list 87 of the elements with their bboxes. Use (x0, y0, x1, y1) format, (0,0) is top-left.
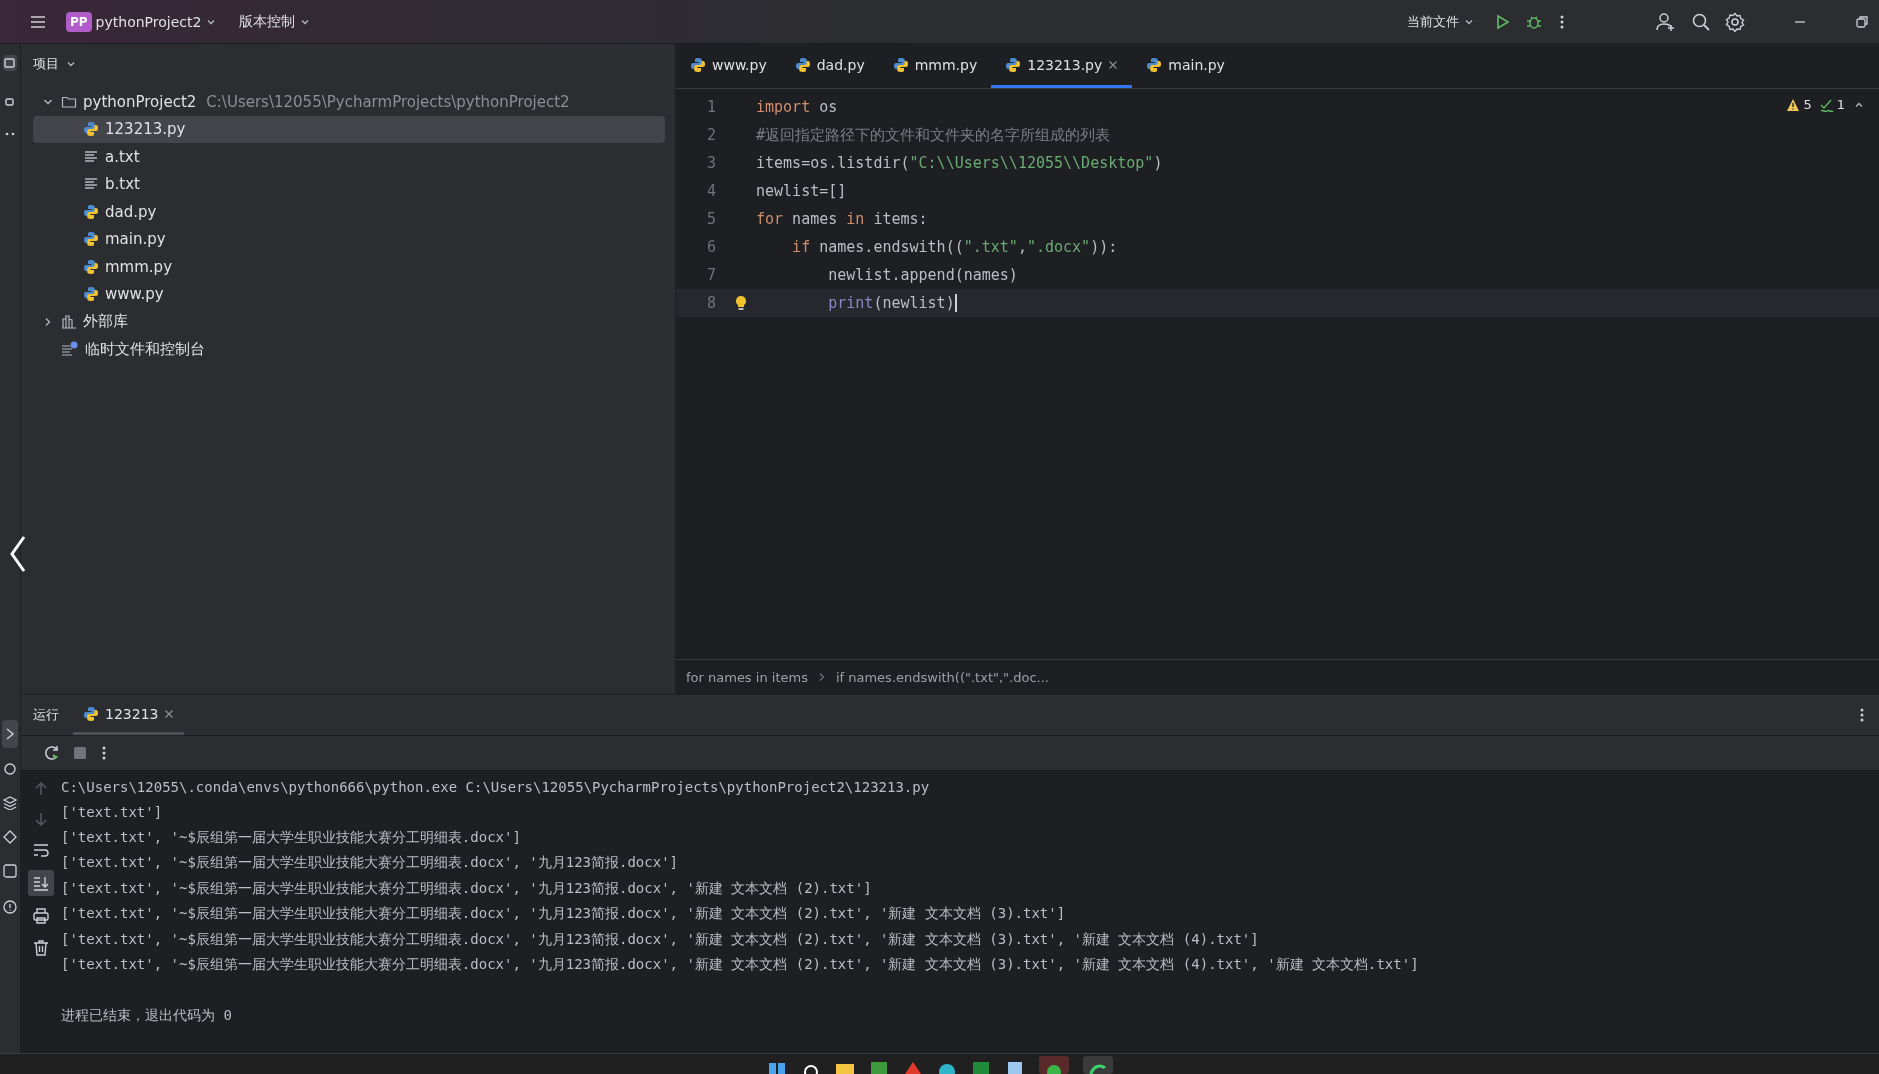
python-file-icon (1005, 56, 1022, 73)
project-badge: PP (66, 11, 92, 32)
python-file-icon (83, 203, 99, 220)
editor-tab[interactable]: 123213.py (991, 44, 1133, 88)
lightbulb-icon[interactable] (734, 295, 748, 311)
tree-item[interactable]: main.py (33, 225, 665, 253)
run-tool-icon[interactable] (2, 720, 18, 748)
line-number: 1 (705, 98, 717, 116)
python-file-icon (83, 258, 99, 275)
tree-item[interactable]: 临时文件和控制台 (33, 335, 665, 363)
settings-icon[interactable] (1725, 11, 1745, 32)
run-config-menu[interactable]: 当前文件 (1403, 8, 1479, 35)
console-line: ['text.txt', '~$辰组第一届大学生职业技能大赛分工明细表.docx', '九月123简报.docx', '新建 文本文档 (2).txt'] (61, 878, 873, 898)
breadcrumb[interactable]: for names in items (686, 669, 808, 685)
stop-icon[interactable] (73, 746, 87, 760)
app-icon[interactable] (868, 1060, 889, 1074)
chevron-icon (817, 672, 826, 682)
tree-item[interactable]: b.txt (33, 170, 665, 198)
rerun-icon[interactable] (43, 744, 61, 762)
python-file-icon (1146, 56, 1163, 73)
layers-icon[interactable] (3, 796, 17, 810)
project-panel-title[interactable]: 项目 (33, 44, 665, 84)
line-number: 6 (705, 238, 717, 256)
exit-message: 进程已结束，退出代码为 0 (61, 1006, 233, 1026)
console-line: C:\Users\12055\.conda\envs\python666\python.exe C:\Users\12055\PycharmProjects\pythonProject2\123213.py (61, 777, 931, 797)
tree-item[interactable]: www.py (33, 280, 665, 308)
python-file-icon (83, 705, 99, 722)
editor-tab[interactable]: main.py (1132, 44, 1239, 88)
tree-item[interactable]: 外部库 (33, 308, 665, 336)
tree-item[interactable]: 123213.py (33, 115, 665, 143)
warnings-indicator[interactable]: 5 (1786, 97, 1812, 112)
restore-icon[interactable] (1855, 14, 1869, 29)
editor-tab[interactable]: mmm.py (878, 44, 992, 88)
search-icon[interactable] (1691, 11, 1711, 32)
code-line: for names in items: (756, 210, 928, 228)
text-file-icon (83, 148, 99, 165)
close-icon[interactable] (164, 708, 175, 719)
project-path: C:\Users\12055\PycharmProjects\pythonProject2 (206, 92, 570, 111)
close-icon[interactable] (1108, 59, 1119, 70)
code-line: print(newlist) (827, 294, 955, 312)
console-line: ['text.txt', '~$辰组第一届大学生职业技能大赛分工明细表.docx'] (61, 827, 522, 847)
tree-item[interactable]: pythonProject2 C:\Users\12055\PycharmProjects\pythonProject2 (33, 88, 665, 116)
weak-warnings-indicator[interactable]: 1 (1819, 97, 1845, 112)
editor-tab[interactable]: dad.py (780, 44, 879, 88)
code-line: newlist.append(names) (827, 266, 1018, 284)
more-tools-icon[interactable] (4, 130, 16, 138)
line-number: 5 (705, 210, 717, 228)
code-line: if names.endswith((".txt",".docx")): (791, 238, 1118, 256)
add-user-icon[interactable] (1655, 10, 1677, 33)
code-line: items=os.listdir("C:\\Users\\12055\\Desktop") (756, 154, 1163, 172)
console-line: ['text.txt', '~$辰组第一届大学生职业技能大赛分工明细表.docx', '九月123简报.docx', '新建 文本文档 (2).txt', '新建 文本文档 (3).txt'] (61, 904, 1067, 924)
python-file-icon (83, 121, 99, 138)
line-number: 4 (705, 182, 717, 200)
check-icon (1819, 97, 1834, 112)
tree-item[interactable]: a.txt (33, 143, 665, 171)
scratch-icon (61, 341, 79, 358)
tree-item[interactable]: mmm.py (33, 253, 665, 281)
editor-tab[interactable]: www.py (676, 44, 781, 88)
warning-icon (1786, 97, 1801, 112)
line-number: 8 (705, 294, 717, 312)
python-file-icon (83, 286, 99, 303)
console-line: ['text.txt'] (61, 803, 164, 823)
python-file-icon (83, 231, 99, 248)
line-number: 7 (705, 266, 717, 284)
start-icon[interactable] (766, 1060, 787, 1074)
vcs-menu[interactable]: 版本控制 (235, 8, 316, 35)
code-line: newlist=[] (756, 182, 847, 200)
text-cursor (954, 294, 957, 312)
python-file-icon (794, 56, 811, 73)
breadcrumb[interactable]: if names.endswith((".txt",".doc... (835, 669, 1049, 685)
library-icon (61, 313, 77, 330)
line-number: 3 (705, 154, 717, 172)
console-line: ['text.txt', '~$辰组第一届大学生职业技能大赛分工明细表.docx', '九月123简报.docx'] (61, 853, 679, 873)
project-menu[interactable]: PP pythonProject2 (62, 7, 222, 36)
code-line: #返回指定路径下的文件和文件夹的名字所组成的列表 (756, 125, 1111, 145)
line-number: 2 (705, 126, 717, 144)
python-file-icon (690, 56, 706, 73)
app-icon[interactable] (970, 1060, 991, 1074)
tree-item[interactable]: dad.py (33, 198, 665, 226)
console-line: ['text.txt', '~$辰组第一届大学生职业技能大赛分工明细表.docx', '九月123简报.docx', '新建 文本文档 (2).txt', '新建 文本文档 (3).txt', '新建 文本文档 (4).txt', '新建 文本文档.txt'] (61, 955, 1419, 975)
run-panel-title: 运行 (33, 706, 59, 724)
code-line: import os (756, 98, 838, 116)
scroll-to-end-icon[interactable] (28, 870, 54, 896)
app-icon[interactable] (902, 1060, 923, 1074)
python-file-icon (892, 56, 909, 73)
problems-icon[interactable] (3, 900, 17, 914)
console-line: ['text.txt', '~$辰组第一届大学生职业技能大赛分工明细表.docx', '九月123简报.docx', '新建 文本文档 (2).txt', '新建 文本文档 (3).txt', '新建 文本文档 (4).txt'] (61, 929, 1260, 949)
